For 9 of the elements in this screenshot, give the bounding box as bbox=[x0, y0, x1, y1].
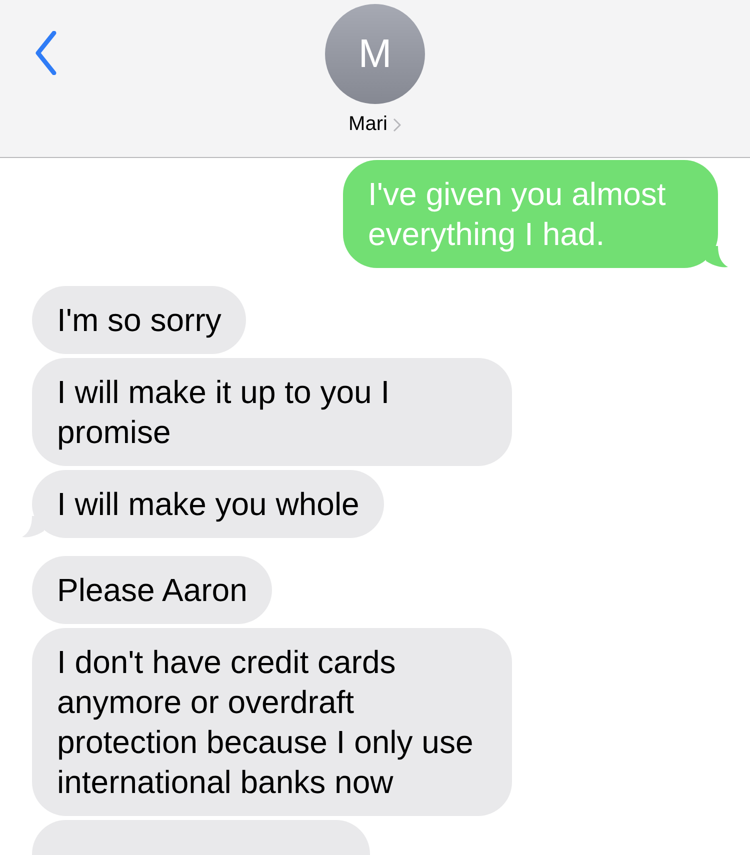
chevron-icon bbox=[393, 118, 402, 132]
received-message-bubble: I will make it up to you I promise bbox=[32, 358, 512, 466]
received-message-bubble: I'm so sorry bbox=[32, 286, 246, 354]
received-message-bubble: I will make you whole bbox=[32, 470, 384, 538]
back-icon[interactable] bbox=[34, 31, 58, 75]
received-message-bubble: I don't have credit cards anymore or overdraft protection because I only use international banks now bbox=[32, 628, 512, 816]
contact-name[interactable]: Mari bbox=[348, 113, 388, 136]
sent-message-bubble: I've given you almost everything I had. bbox=[343, 160, 718, 268]
received-message-bubble: Please Aaron bbox=[32, 556, 272, 624]
